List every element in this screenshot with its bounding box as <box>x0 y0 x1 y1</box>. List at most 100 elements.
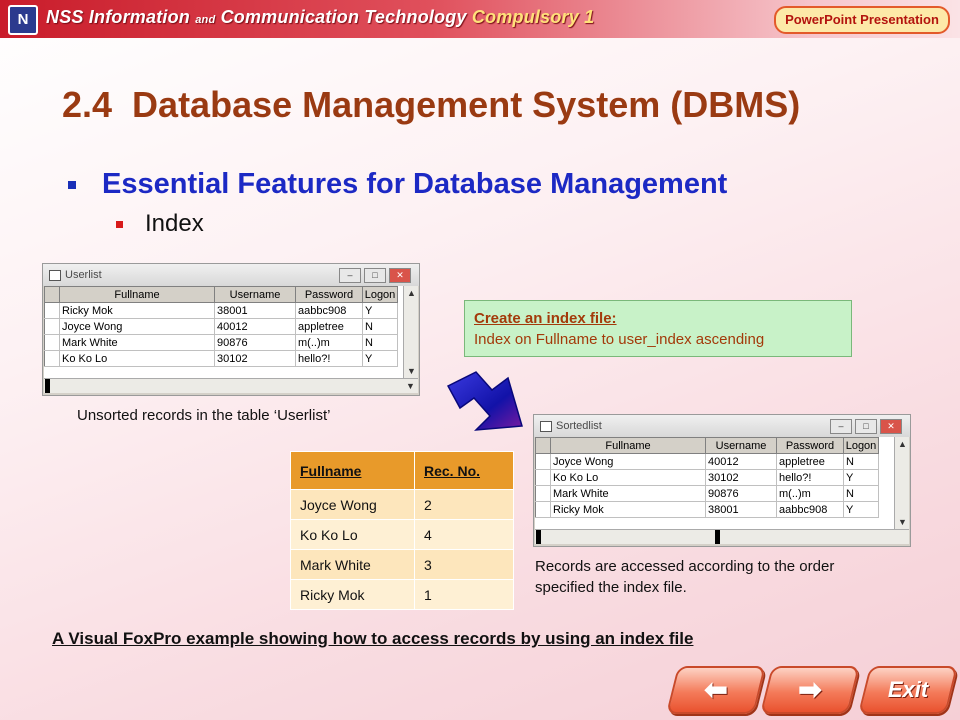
header-title-part1: NSS Information <box>46 7 191 27</box>
row-selector[interactable] <box>44 350 60 367</box>
column-split-marker-icon <box>715 530 720 544</box>
maximize-button[interactable]: □ <box>364 268 386 283</box>
table-row[interactable]: Mark White 90876 m(..)m N <box>44 334 398 351</box>
index-cell-recno: 4 <box>414 519 514 550</box>
cell-fullname[interactable]: Ricky Mok <box>550 501 706 518</box>
horizontal-scrollbar[interactable]: ▼ <box>44 378 418 393</box>
index-cell-recno: 2 <box>414 489 514 520</box>
table-row[interactable]: Ricky Mok 38001 aabbc908 Y <box>535 501 879 518</box>
cell-logon[interactable]: N <box>362 318 398 335</box>
col-header-username[interactable]: Username <box>214 286 296 303</box>
cell-password[interactable]: m(..)m <box>295 334 363 351</box>
forward-button[interactable]: ➡ <box>760 666 860 714</box>
cell-username[interactable]: 38001 <box>214 302 296 319</box>
index-cell-fullname: Mark White <box>290 549 415 580</box>
cell-logon[interactable]: Y <box>362 302 398 319</box>
cell-fullname[interactable]: Joyce Wong <box>550 453 706 470</box>
close-button[interactable]: ✕ <box>880 419 902 434</box>
cell-username[interactable]: 38001 <box>705 501 777 518</box>
table-icon <box>49 270 61 281</box>
header-title-and: and <box>195 14 216 26</box>
back-button[interactable]: ⬅ <box>666 666 766 714</box>
row-selector[interactable] <box>44 302 60 319</box>
table-row[interactable]: Joyce Wong 40012 appletree N <box>535 453 879 470</box>
row-selector[interactable] <box>44 334 60 351</box>
sortedlist-window: Sortedlist – □ ✕ Fullname Username Passw… <box>533 414 911 547</box>
table-row[interactable]: Ricky Mok 38001 aabbc908 Y <box>44 302 398 319</box>
col-header-password[interactable]: Password <box>776 437 844 454</box>
cell-username[interactable]: 30102 <box>214 350 296 367</box>
cell-logon[interactable]: N <box>362 334 398 351</box>
vertical-scrollbar[interactable]: ▲ ▼ <box>403 286 418 378</box>
table-row[interactable]: Joyce Wong 40012 appletree N <box>44 318 398 335</box>
vertical-scrollbar[interactable]: ▲ ▼ <box>894 437 909 529</box>
col-header-password[interactable]: Password <box>295 286 363 303</box>
cell-password[interactable]: aabbc908 <box>295 302 363 319</box>
cell-fullname[interactable]: Mark White <box>59 334 215 351</box>
scroll-down-arrow-icon[interactable]: ▼ <box>407 366 416 376</box>
cell-password[interactable]: hello?! <box>776 469 844 486</box>
cell-fullname[interactable]: Ko Ko Lo <box>550 469 706 486</box>
col-header-logon[interactable]: Logon <box>843 437 879 454</box>
row-selector[interactable] <box>44 318 60 335</box>
minimize-button[interactable]: – <box>830 419 852 434</box>
cell-fullname[interactable]: Ricky Mok <box>59 302 215 319</box>
sortedlist-grid[interactable]: Fullname Username Password Logon Joyce W… <box>535 437 894 529</box>
col-header-fullname[interactable]: Fullname <box>550 437 706 454</box>
nss-logo-icon: N <box>8 5 38 35</box>
cell-password[interactable]: hello?! <box>295 350 363 367</box>
row-selector-header <box>44 286 60 303</box>
maximize-button[interactable]: □ <box>855 419 877 434</box>
cell-username[interactable]: 30102 <box>705 469 777 486</box>
close-button[interactable]: ✕ <box>389 268 411 283</box>
cell-logon[interactable]: Y <box>843 469 879 486</box>
row-selector-header <box>535 437 551 454</box>
cell-username[interactable]: 40012 <box>705 453 777 470</box>
cell-username[interactable]: 90876 <box>214 334 296 351</box>
cell-username[interactable]: 90876 <box>705 485 777 502</box>
cell-fullname[interactable]: Mark White <box>550 485 706 502</box>
row-selector[interactable] <box>535 485 551 502</box>
bullet-level2-text: Index <box>145 210 204 237</box>
table-row[interactable]: Ko Ko Lo 30102 hello?! Y <box>535 469 879 486</box>
table-row: Ko Ko Lo 4 <box>290 519 514 550</box>
userlist-window: Userlist – □ ✕ Fullname Username Passwor… <box>42 263 420 396</box>
userlist-window-title: Userlist <box>65 269 102 281</box>
scroll-up-arrow-icon[interactable]: ▲ <box>407 288 416 298</box>
sortedlist-titlebar[interactable]: Sortedlist – □ ✕ <box>534 415 910 437</box>
userlist-grid[interactable]: Fullname Username Password Logon Ricky M… <box>44 286 403 378</box>
cell-logon[interactable]: N <box>843 485 879 502</box>
cell-fullname[interactable]: Joyce Wong <box>59 318 215 335</box>
scroll-down-arrow-icon[interactable]: ▼ <box>406 381 415 391</box>
exit-button[interactable]: Exit <box>858 666 958 714</box>
cell-logon[interactable]: Y <box>843 501 879 518</box>
horizontal-scrollbar[interactable] <box>535 529 909 544</box>
callout-text: Index on Fullname to user_index ascendin… <box>474 331 765 348</box>
row-selector[interactable] <box>535 453 551 470</box>
cell-password[interactable]: aabbc908 <box>776 501 844 518</box>
index-header-fullname: Fullname <box>290 451 415 490</box>
scroll-down-arrow-icon[interactable]: ▼ <box>898 517 907 527</box>
header-banner: N NSS Information and Communication Tech… <box>0 0 960 38</box>
col-header-fullname[interactable]: Fullname <box>59 286 215 303</box>
cell-password[interactable]: appletree <box>776 453 844 470</box>
cell-password[interactable]: appletree <box>295 318 363 335</box>
userlist-titlebar[interactable]: Userlist – □ ✕ <box>43 264 419 286</box>
cell-fullname[interactable]: Ko Ko Lo <box>59 350 215 367</box>
record-marker-icon <box>45 379 50 393</box>
cell-username[interactable]: 40012 <box>214 318 296 335</box>
col-header-logon[interactable]: Logon <box>362 286 398 303</box>
row-selector[interactable] <box>535 469 551 486</box>
sortedlist-window-title: Sortedlist <box>556 420 602 432</box>
cell-logon[interactable]: Y <box>362 350 398 367</box>
row-selector[interactable] <box>535 501 551 518</box>
table-row[interactable]: Mark White 90876 m(..)m N <box>535 485 879 502</box>
table-row[interactable]: Ko Ko Lo 30102 hello?! Y <box>44 350 398 367</box>
cell-password[interactable]: m(..)m <box>776 485 844 502</box>
minimize-button[interactable]: – <box>339 268 361 283</box>
index-callout: Create an index file: Index on Fullname … <box>464 300 852 357</box>
cell-logon[interactable]: N <box>843 453 879 470</box>
col-header-username[interactable]: Username <box>705 437 777 454</box>
footer-note: A Visual FoxPro example showing how to a… <box>52 629 694 648</box>
scroll-up-arrow-icon[interactable]: ▲ <box>898 439 907 449</box>
